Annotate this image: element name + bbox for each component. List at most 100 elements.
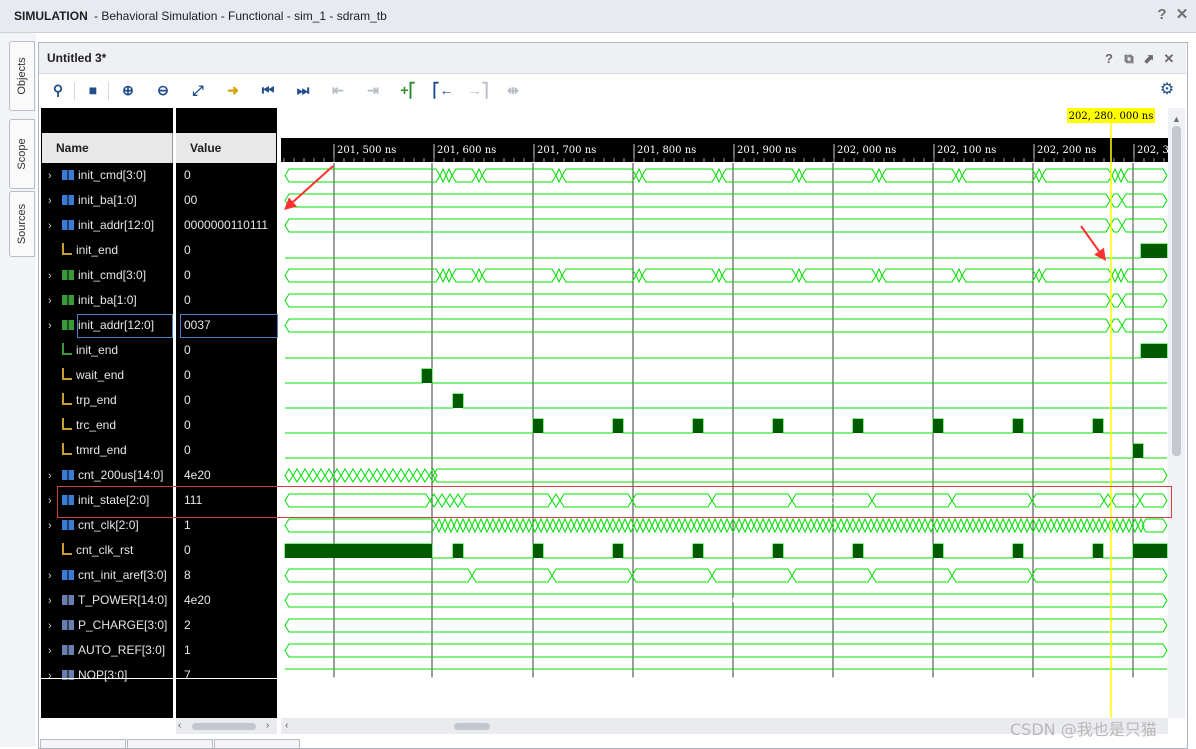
- chevron-right-icon[interactable]: ›: [48, 639, 62, 663]
- go-to-end-icon[interactable]: ⏭: [292, 80, 314, 100]
- waveform-canvas[interactable]: 201, 500 ns 201, 600 ns 201, 700 ns 201, 80…: [281, 108, 1168, 718]
- signal-row-name[interactable]: › init_state[2:0]: [48, 488, 173, 513]
- bus-value-label: 100: [982, 496, 1001, 507]
- bus-segment: [549, 517, 557, 534]
- next-marker-icon[interactable]: →⎤: [467, 80, 489, 100]
- next-transition-icon[interactable]: ⇥: [362, 80, 384, 100]
- chevron-right-icon[interactable]: ›: [48, 664, 62, 688]
- bus-segment: [675, 517, 683, 534]
- value-hscrollbar[interactable]: ‹ ›: [176, 718, 277, 734]
- signal-row-name[interactable]: wait_end: [48, 363, 173, 388]
- bus-value-label: 100: [902, 496, 921, 507]
- bus-segment: [372, 468, 382, 483]
- zoom-in-icon[interactable]: ⊕: [117, 80, 139, 100]
- bit-waveform: [285, 368, 1167, 384]
- selected-row-value-outline: [180, 314, 278, 338]
- bus-value-label: 7: [596, 271, 602, 282]
- signal-row-name[interactable]: init_end: [48, 338, 173, 363]
- chevron-right-icon[interactable]: ›: [48, 564, 62, 588]
- chevron-right-icon[interactable]: ›: [48, 289, 62, 313]
- signal-row-name[interactable]: › init_ba[1:0]: [48, 288, 173, 313]
- signal-row-name[interactable]: tmrd_end: [48, 438, 173, 463]
- bus-segment: [284, 468, 294, 483]
- gear-icon[interactable]: ⚙: [1158, 80, 1176, 100]
- chevron-right-icon[interactable]: ›: [48, 589, 62, 613]
- swap-cursors-icon[interactable]: ⇹: [502, 80, 524, 100]
- signal-row-name[interactable]: › cnt_200us[14:0]: [48, 463, 173, 488]
- bit-high-fill: [533, 544, 543, 558]
- search-icon[interactable]: ⚲: [47, 80, 69, 100]
- chevron-right-icon[interactable]: ›: [48, 489, 62, 513]
- help-icon[interactable]: ?: [1154, 7, 1170, 23]
- chevron-right-icon[interactable]: ›: [48, 614, 62, 638]
- save-icon[interactable]: ■: [82, 80, 104, 100]
- bus-segment: [447, 517, 455, 534]
- previous-transition-icon[interactable]: ⇤: [327, 80, 349, 100]
- tab-objects[interactable]: Objects: [9, 41, 35, 111]
- signal-row-name[interactable]: › P_CHARGE[3:0]: [48, 613, 173, 638]
- bus-segment: [555, 267, 563, 284]
- chevron-right-icon[interactable]: ›: [48, 164, 62, 188]
- go-to-cursor-icon[interactable]: ➜: [222, 80, 244, 100]
- signal-row-name[interactable]: › init_cmd[3:0]: [48, 163, 173, 188]
- column-splitter[interactable]: [173, 108, 176, 718]
- bus-value-label: 7: [676, 271, 682, 282]
- signal-row-name[interactable]: › T_POWER[14:0]: [48, 588, 173, 613]
- zoom-fit-icon[interactable]: ⤢: [187, 80, 209, 100]
- add-marker-icon[interactable]: +⎡: [397, 80, 419, 100]
- chevron-right-icon[interactable]: ›: [48, 264, 62, 288]
- bus-segment: [687, 517, 695, 534]
- vertical-scroll-thumb[interactable]: [1172, 126, 1181, 456]
- scroll-left-icon[interactable]: ‹: [178, 720, 181, 731]
- signal-name: init_end: [76, 343, 119, 357]
- signal-row-name[interactable]: init_end: [48, 238, 173, 263]
- bit-high-fill: [1141, 244, 1167, 258]
- tab-scope[interactable]: Scope: [9, 119, 35, 189]
- bus-value-label: 100: [662, 496, 681, 507]
- bus-value-label: 110: [1144, 496, 1163, 507]
- bus-value-label: 0: [375, 571, 381, 582]
- signal-row-name[interactable]: › init_addr[12:0]: [48, 213, 173, 238]
- chevron-right-icon[interactable]: ›: [48, 214, 62, 238]
- scroll-up-icon[interactable]: ▲: [1171, 114, 1182, 124]
- value-hscroll-thumb[interactable]: [192, 723, 256, 730]
- signal-row-name[interactable]: › cnt_init_aref[3:0]: [48, 563, 173, 588]
- signal-row-name[interactable]: › init_ba[1:0]: [48, 188, 173, 213]
- bit-waveform: [285, 418, 1167, 434]
- bus-segment: [849, 517, 857, 534]
- zoom-out-icon[interactable]: ⊖: [152, 80, 174, 100]
- chevron-right-icon[interactable]: ›: [48, 189, 62, 213]
- signal-row-name[interactable]: › init_cmd[3:0]: [48, 263, 173, 288]
- signal-row-name[interactable]: cnt_clk_rst: [48, 538, 173, 563]
- signal-row-name[interactable]: › cnt_clk[2:0]: [48, 513, 173, 538]
- signal-row-name[interactable]: trp_end: [48, 388, 173, 413]
- scroll-right-icon[interactable]: ›: [266, 720, 269, 731]
- signal-row-name[interactable]: trc_end: [48, 413, 173, 438]
- bus-segment: [801, 517, 809, 534]
- toolbar-separator: [74, 82, 75, 100]
- chevron-right-icon[interactable]: ›: [48, 314, 62, 338]
- bus-value-label: 000: [348, 496, 367, 507]
- vertical-scrollbar[interactable]: ▲: [1168, 108, 1185, 718]
- tab-sources[interactable]: Sources: [9, 191, 35, 257]
- signal-name: cnt_clk[2:0]: [78, 518, 139, 532]
- float-icon[interactable]: ⬈: [1142, 52, 1156, 66]
- bus-segment: [715, 267, 723, 284]
- scroll-left-icon[interactable]: ‹: [285, 720, 288, 731]
- chevron-right-icon[interactable]: ›: [48, 464, 62, 488]
- signal-row-name[interactable]: › AUTO_REF[3:0]: [48, 638, 173, 663]
- restore-icon[interactable]: ⧉: [1122, 52, 1136, 66]
- bus-segment: [1017, 517, 1025, 534]
- bus-segment: [791, 568, 873, 583]
- close-icon[interactable]: ✕: [1162, 52, 1176, 66]
- bit-high-fill: [613, 544, 623, 558]
- go-to-start-icon[interactable]: ⏮: [257, 80, 279, 100]
- wave-hscroll-thumb[interactable]: [454, 723, 490, 730]
- help-icon[interactable]: ?: [1102, 52, 1116, 66]
- chevron-right-icon[interactable]: ›: [48, 514, 62, 538]
- bit-signal-icon: [62, 393, 72, 405]
- previous-marker-icon[interactable]: ⎡←: [432, 80, 454, 100]
- close-icon[interactable]: ✕: [1174, 7, 1190, 23]
- signal-row-name[interactable]: › NOP[3:0]: [48, 663, 173, 688]
- bus-segment: [475, 167, 483, 184]
